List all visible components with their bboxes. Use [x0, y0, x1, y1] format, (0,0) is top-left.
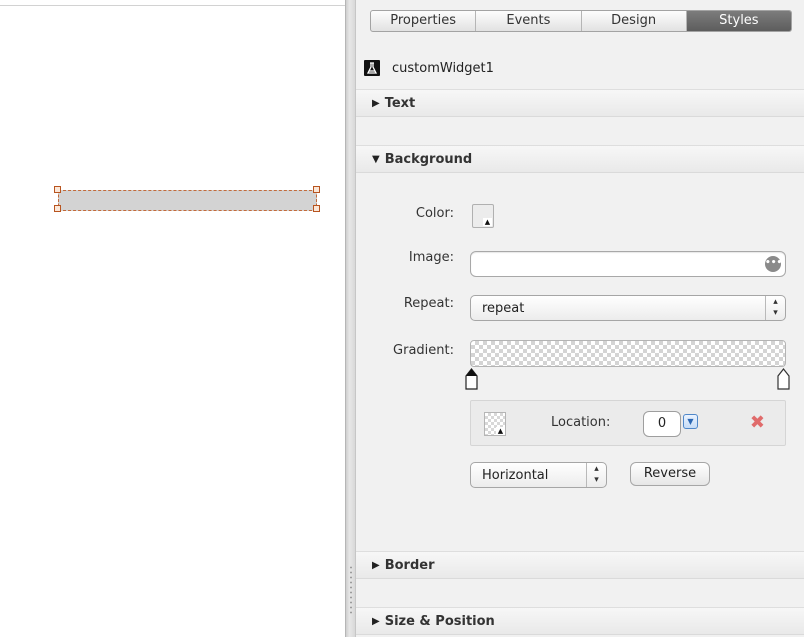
gradient-stop-editor: ▲ Location: 0 ▼ ✖: [470, 400, 786, 446]
section-size-position-label: Size & Position: [384, 613, 495, 629]
gradient-label: Gradient:: [393, 343, 454, 358]
disclosure-expanded-icon: ▼: [372, 153, 380, 165]
disclosure-collapsed-icon: ▶: [372, 97, 380, 109]
widget-flask-icon: [364, 60, 380, 76]
resize-handle-bottom-right[interactable]: [313, 205, 320, 212]
location-dropdown-icon[interactable]: ▼: [683, 414, 698, 429]
background-color-well[interactable]: ▲: [472, 204, 494, 228]
location-input[interactable]: 0: [643, 411, 681, 437]
repeat-label: Repeat:: [403, 296, 454, 311]
orientation-stepper-icon: ▴ ▾: [586, 463, 606, 487]
resize-handle-bottom-left[interactable]: [54, 205, 61, 212]
inspector-panel: Properties Events Design Styles customWi…: [356, 0, 804, 637]
flask-icon-glyph: [367, 62, 377, 74]
selected-custom-widget[interactable]: [58, 190, 317, 211]
disclosure-collapsed-icon: ▶: [372, 615, 380, 627]
background-image-field[interactable]: •••: [470, 251, 786, 277]
repeat-select-value: repeat: [482, 300, 525, 316]
section-background-label: Background: [384, 151, 473, 167]
tab-design[interactable]: Design: [582, 11, 687, 31]
inspector-tabs: Properties Events Design Styles: [370, 10, 792, 32]
gradient-stop-selected-icon[interactable]: [465, 368, 478, 390]
orientation-select[interactable]: Horizontal ▴ ▾: [470, 462, 607, 488]
panel-splitter[interactable]: [345, 0, 356, 637]
object-name: customWidget1: [392, 60, 494, 76]
tab-events[interactable]: Events: [476, 11, 582, 31]
design-canvas[interactable]: [0, 0, 345, 637]
section-background-header[interactable]: ▼ Background: [356, 145, 804, 173]
repeat-select[interactable]: repeat ▴ ▾: [470, 295, 786, 321]
section-text-label: Text: [384, 95, 416, 111]
section-size-position-header[interactable]: ▶ Size & Position: [356, 607, 804, 635]
browse-ellipsis-icon[interactable]: •••: [765, 256, 782, 272]
image-label: Image:: [408, 250, 454, 265]
resize-handle-top-left[interactable]: [54, 186, 61, 193]
tab-properties[interactable]: Properties: [371, 11, 477, 31]
section-text-header[interactable]: ▶ Text: [356, 89, 804, 117]
tab-styles[interactable]: Styles: [686, 11, 791, 31]
gradient-preview-bar[interactable]: [470, 340, 786, 367]
splitter-grip-icon[interactable]: [350, 565, 352, 615]
reverse-button[interactable]: Reverse: [630, 462, 710, 486]
disclosure-collapsed-icon: ▶: [372, 559, 380, 571]
selected-object-row: customWidget1: [364, 59, 494, 77]
gradient-stop-icon[interactable]: [777, 368, 790, 390]
resize-handle-top-right[interactable]: [313, 186, 320, 193]
orientation-select-value: Horizontal: [482, 467, 549, 483]
select-stepper-icon: ▴ ▾: [765, 296, 785, 320]
section-border-header[interactable]: ▶ Border: [356, 551, 804, 579]
color-label: Color:: [415, 206, 454, 221]
remove-stop-icon[interactable]: ✖: [750, 412, 765, 434]
stop-color-well[interactable]: ▲: [484, 412, 506, 436]
location-label: Location:: [551, 415, 611, 430]
canvas-top-divider: [0, 5, 345, 6]
color-dropdown-arrow-icon: ▲: [483, 218, 492, 226]
stop-color-dropdown-arrow-icon: ▲: [496, 427, 505, 435]
section-border-label: Border: [384, 557, 435, 573]
